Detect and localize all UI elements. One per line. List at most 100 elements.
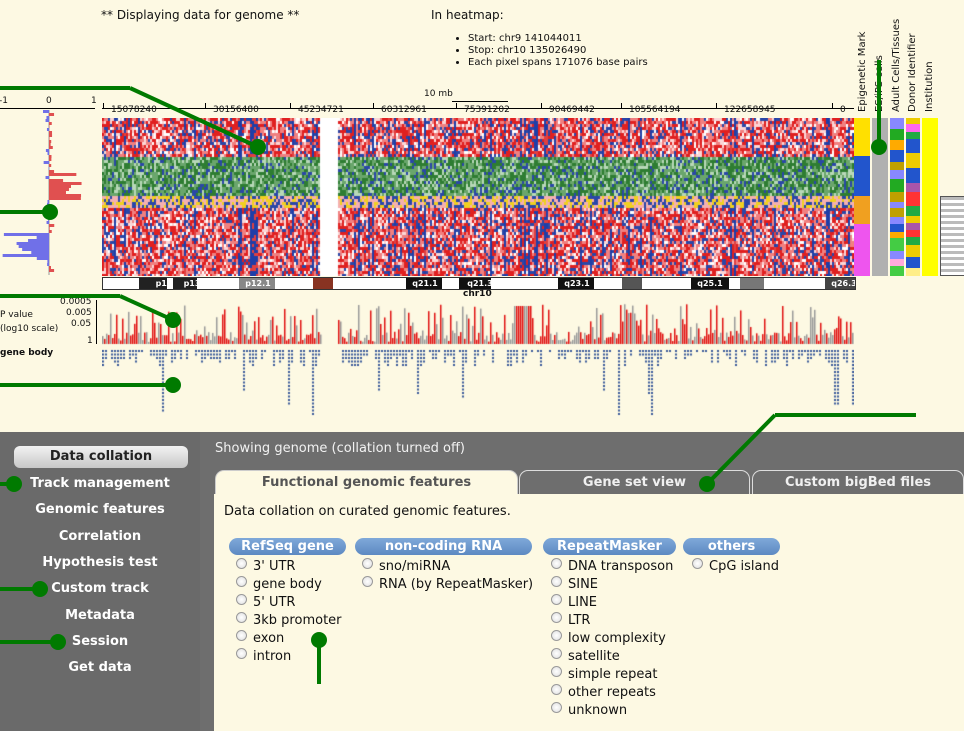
histogram-bar bbox=[49, 224, 55, 227]
coord-tick-mark bbox=[373, 103, 374, 108]
radio-option-exon[interactable]: exon bbox=[236, 630, 284, 648]
radio-button[interactable] bbox=[236, 558, 247, 569]
heatmap[interactable] bbox=[102, 118, 854, 276]
coord-tick-mark bbox=[205, 103, 206, 108]
metadata-cell bbox=[906, 245, 920, 257]
metadata-cell bbox=[854, 196, 870, 224]
histogram-bar bbox=[49, 170, 55, 173]
ideogram-band-label: q23.1 bbox=[564, 279, 590, 288]
coord-tick-label: 45234721 bbox=[298, 105, 344, 115]
metadata-cell bbox=[890, 179, 904, 192]
metadata-cell bbox=[906, 153, 920, 168]
radio-button[interactable] bbox=[362, 576, 373, 587]
radio-button[interactable] bbox=[236, 594, 247, 605]
callout-line bbox=[0, 294, 120, 298]
radio-button[interactable] bbox=[362, 558, 373, 569]
scale-tick-1: 1 bbox=[91, 96, 97, 106]
radio-button[interactable] bbox=[551, 702, 562, 713]
radio-label: unknown bbox=[568, 703, 628, 718]
nav-data-collation[interactable]: Data collation bbox=[14, 446, 188, 468]
radio-option-rna-by-repeatmasker[interactable]: RNA (by RepeatMasker) bbox=[362, 576, 533, 594]
radio-option-sno-mirna[interactable]: sno/miRNA bbox=[362, 558, 450, 576]
histogram-bar bbox=[43, 161, 49, 164]
metadata-column[interactable] bbox=[854, 118, 870, 276]
radio-button[interactable] bbox=[551, 684, 562, 695]
radio-option-simple-repeat[interactable]: simple repeat bbox=[551, 666, 657, 684]
radio-option-3kb-promoter[interactable]: 3kb promoter bbox=[236, 612, 342, 630]
radio-button[interactable] bbox=[236, 612, 247, 623]
tab-custom-bigbed-files[interactable]: Custom bigBed files bbox=[752, 470, 964, 495]
radio-option-dna-transposon[interactable]: DNA transposon bbox=[551, 558, 673, 576]
callout-dot bbox=[871, 139, 887, 155]
coord-tick-label: 75391202 bbox=[464, 105, 510, 115]
radio-button[interactable] bbox=[236, 648, 247, 659]
gene-body-track[interactable] bbox=[102, 347, 854, 422]
metadata-cell bbox=[906, 192, 920, 206]
coord-tick-mark bbox=[541, 103, 542, 108]
histogram-bar bbox=[49, 194, 82, 197]
radio-button[interactable] bbox=[551, 612, 562, 623]
nav-genomic-features[interactable]: Genomic features bbox=[0, 502, 200, 517]
meta-label-institution: Institution bbox=[924, 61, 935, 112]
nav-metadata[interactable]: Metadata bbox=[0, 608, 200, 623]
callout-line bbox=[775, 413, 916, 417]
pval-tick-1: 0.005 bbox=[66, 308, 92, 318]
radio-option-gene-body[interactable]: gene body bbox=[236, 576, 322, 594]
nav-correlation[interactable]: Correlation bbox=[0, 529, 200, 544]
callout-dot bbox=[699, 476, 715, 492]
radio-button[interactable] bbox=[692, 558, 703, 569]
histogram-bar bbox=[43, 110, 49, 113]
callout-dot bbox=[165, 312, 181, 328]
tab-functional-genomic-features[interactable]: Functional genomic features bbox=[215, 470, 518, 495]
callout-dot bbox=[32, 581, 48, 597]
radio-label: exon bbox=[253, 631, 285, 646]
radio-option-5-utr[interactable]: 5' UTR bbox=[236, 594, 295, 612]
histogram-bar bbox=[49, 134, 53, 137]
group-refseq-gene: RefSeq gene bbox=[229, 538, 346, 555]
metadata-column[interactable] bbox=[906, 118, 920, 276]
histogram-bar bbox=[45, 149, 49, 152]
metadata-column[interactable] bbox=[890, 118, 904, 276]
radio-option-intron[interactable]: intron bbox=[236, 648, 291, 666]
metadata-cell bbox=[906, 216, 920, 223]
metadata-cell bbox=[890, 251, 904, 259]
radio-button[interactable] bbox=[551, 666, 562, 677]
nav-hypothesis-test[interactable]: Hypothesis test bbox=[0, 555, 200, 570]
radio-option-cpg-island[interactable]: CpG island bbox=[692, 558, 779, 576]
radio-option-sine[interactable]: SINE bbox=[551, 576, 598, 594]
radio-label: LTR bbox=[568, 613, 591, 628]
histogram-bar bbox=[49, 131, 53, 134]
radio-option-unknown[interactable]: unknown bbox=[551, 702, 627, 720]
radio-label: 3kb promoter bbox=[253, 613, 342, 628]
nav-track-management[interactable]: Track management bbox=[0, 476, 200, 491]
radio-button[interactable] bbox=[551, 576, 562, 587]
pvalue-track[interactable] bbox=[102, 300, 854, 345]
histogram-bar bbox=[49, 164, 52, 167]
pval-tick-0: 0.0005 bbox=[60, 297, 92, 307]
radio-button[interactable] bbox=[236, 630, 247, 641]
radio-option-ltr[interactable]: LTR bbox=[551, 612, 590, 630]
radio-button[interactable] bbox=[551, 648, 562, 659]
radio-button[interactable] bbox=[236, 576, 247, 587]
histogram-bar bbox=[47, 200, 49, 203]
radio-option-low-complexity[interactable]: low complexity bbox=[551, 630, 666, 648]
metadata-cell bbox=[906, 257, 920, 268]
metadata-cell bbox=[854, 118, 870, 156]
radio-option-3-utr[interactable]: 3' UTR bbox=[236, 558, 295, 576]
radio-button[interactable] bbox=[551, 558, 562, 569]
radio-option-line[interactable]: LINE bbox=[551, 594, 597, 612]
coord-tick-label: 0 bbox=[840, 105, 846, 115]
scale-tick-0: 0 bbox=[46, 96, 52, 106]
histogram-bar bbox=[22, 248, 49, 251]
nav-get-data[interactable]: Get data bbox=[0, 660, 200, 675]
radio-button[interactable] bbox=[551, 630, 562, 641]
radio-option-other-repeats[interactable]: other repeats bbox=[551, 684, 656, 702]
radio-option-satellite[interactable]: satellite bbox=[551, 648, 620, 666]
correlation-histogram bbox=[2, 110, 82, 275]
histogram-bar bbox=[49, 185, 71, 188]
radio-button[interactable] bbox=[551, 594, 562, 605]
radio-label: 5' UTR bbox=[253, 595, 296, 610]
callout-dot bbox=[250, 139, 266, 155]
gene-track-label: gene body bbox=[0, 348, 54, 358]
metadata-column[interactable] bbox=[922, 118, 938, 276]
